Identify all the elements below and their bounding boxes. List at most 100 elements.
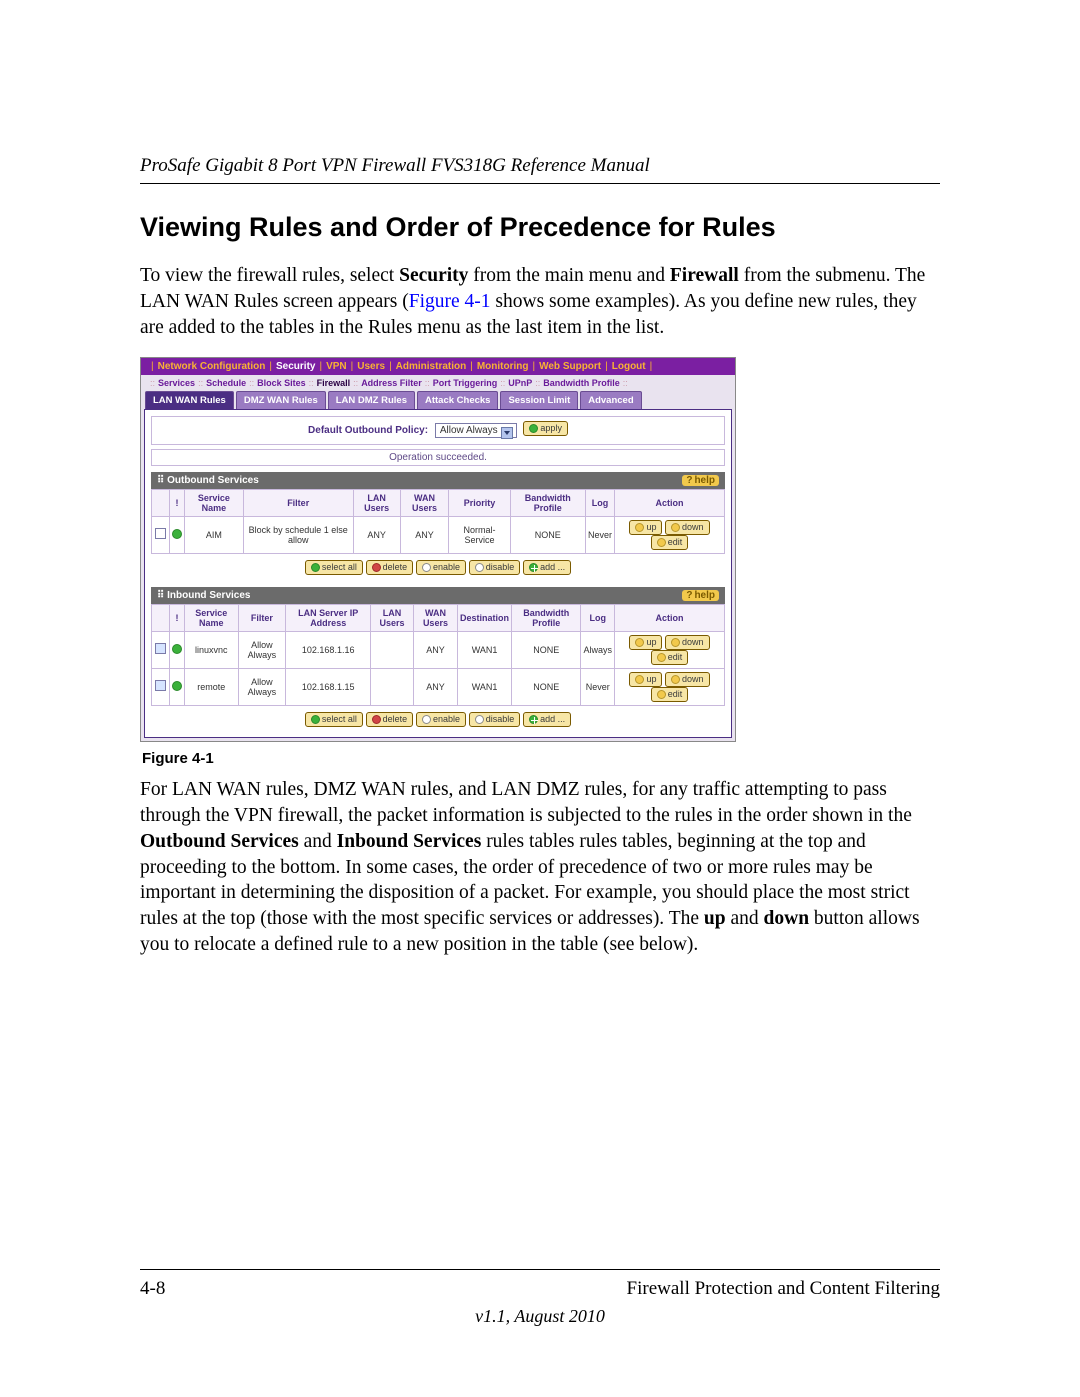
edit-icon [657, 538, 666, 547]
table-row: remote Allow Always 102.168.1.15 ANY WAN… [152, 668, 725, 705]
outbound-section-bar: ⠿ Outbound Services ?help [151, 472, 725, 489]
delete-button[interactable]: delete [366, 560, 414, 575]
explanation-paragraph: For LAN WAN rules, DMZ WAN rules, and LA… [140, 777, 940, 958]
down-button[interactable]: down [665, 520, 710, 535]
default-policy-select[interactable]: Allow Always [435, 423, 517, 438]
nav-vpn[interactable]: VPN [326, 361, 347, 372]
tab-attack-checks[interactable]: Attack Checks [417, 391, 498, 409]
figure-link[interactable]: Figure 4-1 [409, 291, 491, 312]
up-icon [635, 675, 644, 684]
page-number: 4-8 [140, 1278, 165, 1300]
bold-outbound: Outbound Services [140, 831, 299, 852]
subnav-port-triggering[interactable]: Port Triggering [433, 378, 498, 388]
subnav-firewall[interactable]: Firewall [317, 378, 351, 388]
select-all-button[interactable]: select all [305, 560, 363, 575]
inbound-help-button[interactable]: ?help [682, 590, 719, 601]
up-icon [635, 523, 644, 532]
bold-firewall: Firewall [670, 265, 739, 286]
tab-strip: LAN WAN Rules DMZ WAN Rules LAN DMZ Rule… [141, 391, 735, 409]
select-all-button[interactable]: select all [305, 712, 363, 727]
outbound-help-button[interactable]: ?help [682, 475, 719, 486]
x-icon [372, 715, 381, 724]
outbound-title: Outbound Services [167, 475, 259, 486]
edit-button[interactable]: edit [651, 650, 689, 665]
subnav-bandwidth-profile[interactable]: Bandwidth Profile [543, 378, 620, 388]
manual-title: ProSafe Gigabit 8 Port VPN Firewall FVS3… [140, 155, 940, 177]
row-checkbox[interactable] [155, 643, 166, 654]
add-button[interactable]: add ... [523, 560, 571, 575]
disable-button[interactable]: disable [469, 712, 521, 727]
figure-caption: Figure 4-1 [142, 750, 940, 767]
nav-monitoring[interactable]: Monitoring [477, 361, 529, 372]
enable-button[interactable]: enable [416, 560, 466, 575]
nav-users[interactable]: Users [357, 361, 385, 372]
edit-button[interactable]: edit [651, 687, 689, 702]
subnav-address-filter[interactable]: Address Filter [361, 378, 422, 388]
edit-button[interactable]: edit [651, 535, 689, 550]
tab-lan-wan-rules[interactable]: LAN WAN Rules [145, 391, 234, 409]
disable-button[interactable]: disable [469, 560, 521, 575]
table-row: AIM Block by schedule 1 else allow ANY A… [152, 516, 725, 553]
edit-icon [657, 690, 666, 699]
table-row: linuxvnc Allow Always 102.168.1.16 ANY W… [152, 631, 725, 668]
subnav-block-sites[interactable]: Block Sites [257, 378, 306, 388]
nav-web-support[interactable]: Web Support [539, 361, 601, 372]
table-header-row: ! Service Name Filter LAN Users WAN User… [152, 489, 725, 516]
table-header-row: ! Service Name Filter LAN Server IP Addr… [152, 604, 725, 631]
subnav-services[interactable]: Services [158, 378, 195, 388]
subnav-schedule[interactable]: Schedule [206, 378, 246, 388]
page-footer: 4-8 Firewall Protection and Content Filt… [140, 1269, 940, 1327]
up-button[interactable]: up [629, 672, 662, 687]
down-button[interactable]: down [665, 672, 710, 687]
inbound-toolbar: select all delete enable disable add ... [151, 706, 725, 731]
plus-icon [529, 563, 538, 572]
status-dot-icon [172, 644, 182, 654]
apply-button[interactable]: apply [523, 421, 568, 436]
tab-advanced[interactable]: Advanced [580, 391, 641, 409]
add-button[interactable]: add ... [523, 712, 571, 727]
subnav-upnp[interactable]: UPnP [508, 378, 532, 388]
edit-icon [657, 653, 666, 662]
inbound-section-bar: ⠿ Inbound Services ?help [151, 587, 725, 604]
page-heading: Viewing Rules and Order of Precedence fo… [140, 212, 940, 243]
help-icon: ? [686, 590, 692, 601]
row-checkbox[interactable] [155, 528, 166, 539]
bold-down: down [764, 908, 810, 929]
radio-on-icon [422, 563, 431, 572]
enable-button[interactable]: enable [416, 712, 466, 727]
down-button[interactable]: down [665, 635, 710, 650]
up-icon [635, 638, 644, 647]
lan-wan-rules-screenshot: | Network Configuration| Security| VPN| … [140, 357, 736, 742]
plus-icon [529, 715, 538, 724]
nav-logout[interactable]: Logout [612, 361, 646, 372]
delete-button[interactable]: delete [366, 712, 414, 727]
inbound-title: Inbound Services [167, 590, 250, 601]
down-icon [671, 638, 680, 647]
main-menu-bar: | Network Configuration| Security| VPN| … [141, 358, 735, 375]
tab-session-limit[interactable]: Session Limit [500, 391, 578, 409]
header-rule [140, 183, 940, 184]
submenu-bar: :: Services:: Schedule:: Block Sites:: F… [141, 375, 735, 391]
footer-rule [140, 1269, 940, 1270]
down-icon [671, 675, 680, 684]
tab-dmz-wan-rules[interactable]: DMZ WAN Rules [236, 391, 326, 409]
tab-lan-dmz-rules[interactable]: LAN DMZ Rules [328, 391, 415, 409]
default-policy-label: Default Outbound Policy: [308, 425, 428, 436]
check-icon [311, 715, 320, 724]
radio-off-icon [475, 563, 484, 572]
bold-up: up [704, 908, 726, 929]
operation-message: Operation succeeded. [151, 449, 725, 466]
check-icon [311, 563, 320, 572]
radio-off-icon [475, 715, 484, 724]
help-icon: ? [686, 475, 692, 486]
bold-security: Security [399, 265, 468, 286]
footer-section: Firewall Protection and Content Filterin… [627, 1278, 940, 1300]
outbound-services-table: ! Service Name Filter LAN Users WAN User… [151, 489, 725, 554]
up-button[interactable]: up [629, 635, 662, 650]
nav-network-configuration[interactable]: Network Configuration [158, 361, 266, 372]
nav-security[interactable]: Security [276, 361, 315, 372]
up-button[interactable]: up [629, 520, 662, 535]
nav-administration[interactable]: Administration [396, 361, 467, 372]
row-checkbox[interactable] [155, 680, 166, 691]
x-icon [372, 563, 381, 572]
